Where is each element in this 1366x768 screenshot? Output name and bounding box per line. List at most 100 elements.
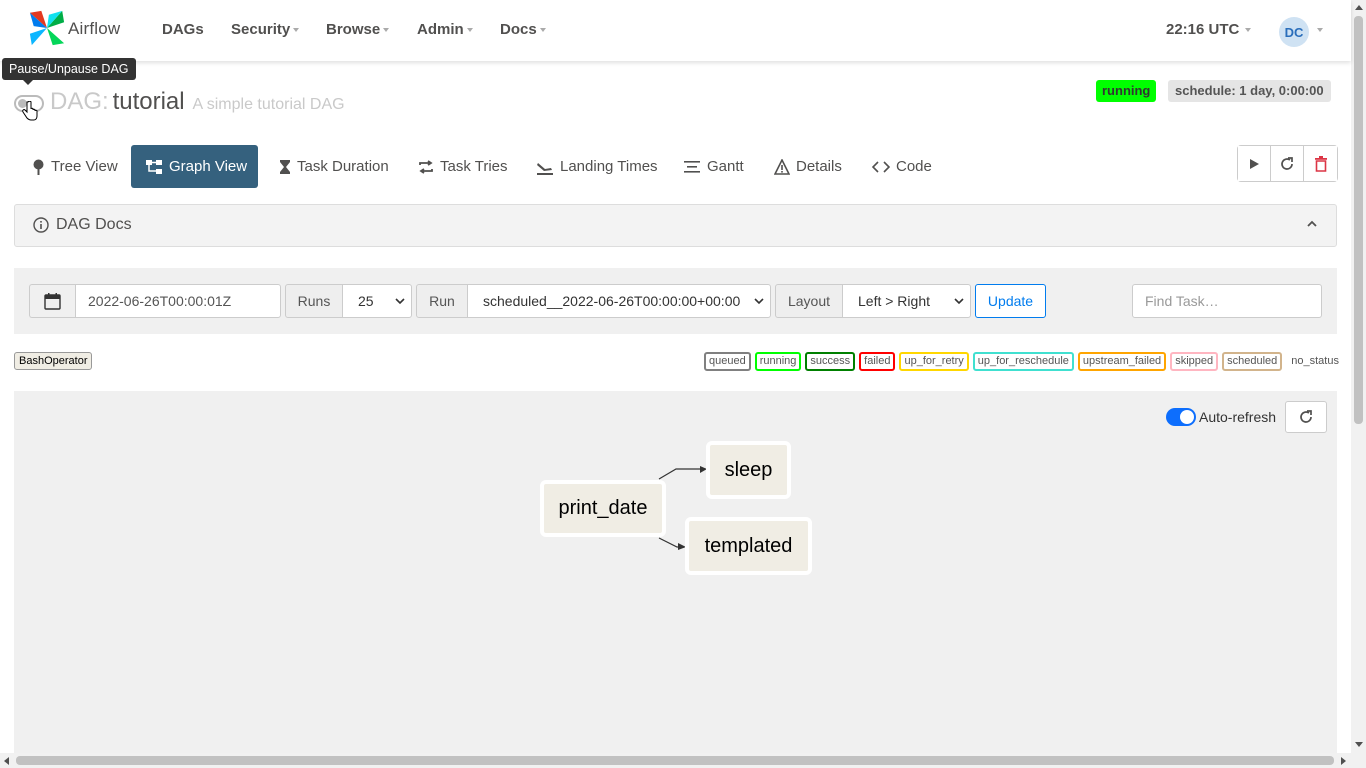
- run-filter-form: 2022-06-26T00:00:01Z Runs 25 Run schedul…: [14, 268, 1337, 334]
- refresh-dag-button[interactable]: [1271, 146, 1304, 181]
- delete-dag-button[interactable]: [1304, 146, 1337, 181]
- caret-down-icon: [1245, 28, 1252, 33]
- find-task-input[interactable]: Find Task…: [1132, 284, 1322, 318]
- pause-tooltip: Pause/Unpause DAG: [2, 58, 136, 85]
- gantt-icon: [683, 159, 701, 175]
- task-node-sleep[interactable]: sleep: [706, 441, 791, 499]
- tree-icon: [32, 159, 45, 175]
- tab-details[interactable]: Details: [760, 145, 856, 188]
- legend-state-skipped[interactable]: skipped: [1170, 352, 1219, 371]
- nav-browse[interactable]: Browse: [326, 21, 390, 38]
- calendar-icon: [44, 292, 61, 310]
- dag-state-badge: running: [1096, 80, 1157, 102]
- landing-icon: [536, 159, 554, 175]
- nav-security-label: Security: [231, 21, 291, 38]
- scroll-left-arrow-icon[interactable]: [4, 757, 9, 765]
- tab-tree-view[interactable]: Tree View: [18, 145, 132, 188]
- hourglass-icon: [279, 159, 291, 175]
- nav-admin[interactable]: Admin: [417, 21, 473, 38]
- nav-browse-label: Browse: [326, 21, 381, 38]
- refresh-icon: [1281, 156, 1293, 170]
- scroll-right-arrow-icon[interactable]: [1341, 757, 1346, 765]
- tab-landing-times[interactable]: Landing Times: [522, 145, 672, 188]
- horizontal-scroll-thumb[interactable]: [16, 756, 1334, 765]
- tab-label: Details: [796, 158, 842, 175]
- scroll-down-arrow-icon[interactable]: [1355, 742, 1363, 747]
- legend-state-up-for-reschedule[interactable]: up_for_reschedule: [972, 352, 1074, 371]
- calendar-button[interactable]: [29, 284, 75, 318]
- tab-task-tries[interactable]: Task Tries: [404, 145, 522, 188]
- tab-label: Tree View: [51, 158, 118, 175]
- edge-print_date-sleep: [658, 468, 704, 480]
- state-legend: queued running success failed up_for_retry up…: [704, 352, 1348, 371]
- tab-graph-view[interactable]: Graph View: [131, 145, 258, 188]
- nav-dags[interactable]: DAGs: [162, 21, 204, 38]
- tab-label: Graph View: [169, 158, 248, 175]
- layout-label: Layout: [775, 284, 843, 318]
- chevron-up-icon[interactable]: [1306, 220, 1318, 228]
- trash-icon: [1314, 155, 1327, 172]
- tab-label: Landing Times: [560, 158, 658, 175]
- base-date-input[interactable]: 2022-06-26T00:00:01Z: [75, 284, 281, 318]
- pinwheel-logo-icon: [29, 10, 65, 46]
- task-node-templated[interactable]: templated: [685, 517, 812, 575]
- dag-name: tutorial: [112, 88, 185, 115]
- chevron-down-icon: [754, 298, 764, 305]
- user-avatar[interactable]: DC: [1279, 17, 1309, 47]
- graph-edges: [658, 466, 707, 550]
- schedule-badge: schedule: 1 day, 0:00:00: [1168, 80, 1331, 102]
- legend-state-running[interactable]: running: [754, 352, 802, 371]
- airflow-logo[interactable]: Airflow: [28, 9, 120, 49]
- legend-state-queued[interactable]: queued: [704, 352, 751, 371]
- play-icon: [1250, 158, 1259, 169]
- legend-state-success[interactable]: success: [805, 352, 856, 371]
- tab-label: Gantt: [707, 158, 744, 175]
- num-runs-select[interactable]: 25: [342, 284, 412, 318]
- legend-state-scheduled[interactable]: scheduled: [1222, 352, 1283, 371]
- scroll-up-arrow-icon[interactable]: [1355, 5, 1363, 10]
- run-label: Run: [416, 284, 468, 318]
- layout-value: Left > Right: [858, 293, 930, 309]
- layout-select[interactable]: Left > Right: [842, 284, 971, 318]
- dag-prefix: DAG:: [50, 88, 109, 115]
- nav-dags-label: DAGs: [162, 21, 204, 38]
- task-node-print_date[interactable]: print_date: [540, 480, 666, 537]
- vertical-scroll-thumb[interactable]: [1354, 16, 1363, 424]
- legend-state-upstream-failed[interactable]: upstream_failed: [1077, 352, 1167, 371]
- dag-actions: [1237, 145, 1338, 182]
- chevron-down-icon: [954, 298, 964, 305]
- info-icon: [33, 217, 49, 233]
- dag-title: DAG: tutorial A simple tutorial DAG: [50, 88, 345, 116]
- graph-canvas[interactable]: Auto-refresh print_date sleep templated: [14, 391, 1337, 768]
- nav-security[interactable]: Security: [231, 21, 300, 38]
- legend-state-no-status[interactable]: no_status: [1286, 352, 1344, 371]
- caret-down-icon: [539, 28, 546, 33]
- caret-down-icon: [293, 28, 300, 33]
- caret-down-icon[interactable]: [1317, 28, 1323, 32]
- tab-label: Task Duration: [297, 158, 389, 175]
- nav-admin-label: Admin: [417, 21, 464, 38]
- nav-docs-label: Docs: [500, 21, 537, 38]
- horizontal-scrollbar[interactable]: [0, 753, 1351, 768]
- legend-state-failed[interactable]: failed: [859, 352, 896, 371]
- time-label: 22:16 UTC: [1166, 21, 1240, 38]
- dag-docs-header: DAG Docs: [33, 216, 132, 234]
- tab-task-duration[interactable]: Task Duration: [265, 145, 403, 188]
- warning-icon: [774, 158, 790, 175]
- utc-clock[interactable]: 22:16 UTC: [1166, 21, 1252, 38]
- run-select[interactable]: scheduled__2022-06-26T00:00:00+00:00: [467, 284, 771, 318]
- tab-code[interactable]: Code: [858, 145, 946, 188]
- vertical-scrollbar[interactable]: [1351, 0, 1366, 768]
- graph-icon: [145, 159, 163, 175]
- nav-docs[interactable]: Docs: [500, 21, 546, 38]
- operator-legend-bashoperator[interactable]: BashOperator: [14, 352, 93, 370]
- tab-label: Code: [896, 158, 932, 175]
- brand-name: Airflow: [68, 19, 121, 38]
- retry-icon: [418, 159, 434, 175]
- tab-gantt[interactable]: Gantt: [669, 145, 758, 188]
- runs-label: Runs: [285, 284, 343, 318]
- dag-docs-panel[interactable]: DAG Docs: [14, 204, 1337, 247]
- trigger-dag-button[interactable]: [1238, 146, 1271, 181]
- update-button[interactable]: Update: [975, 284, 1046, 318]
- legend-state-up-for-retry[interactable]: up_for_retry: [899, 352, 969, 371]
